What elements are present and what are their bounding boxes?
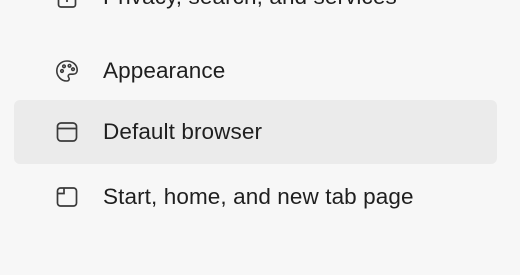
sidebar-item-default-browser[interactable]: Default browser — [14, 100, 497, 164]
sidebar-item-privacy[interactable]: Privacy, search, and services — [14, 0, 497, 29]
browser-window-icon — [54, 119, 80, 145]
lock-icon — [54, 0, 80, 10]
settings-sidebar: Privacy, search, and services Appearance… — [0, 0, 520, 275]
sidebar-item-label: Privacy, search, and services — [103, 0, 397, 10]
sidebar-item-start-home-new-tab[interactable]: Start, home, and new tab page — [14, 165, 497, 229]
palette-icon — [54, 58, 80, 84]
sidebar-item-appearance[interactable]: Appearance — [14, 39, 497, 103]
sidebar-item-label: Default browser — [103, 119, 263, 144]
sidebar-item-label: Start, home, and new tab page — [103, 184, 414, 209]
home-page-icon — [54, 184, 80, 210]
sidebar-item-label: Appearance — [103, 58, 226, 83]
